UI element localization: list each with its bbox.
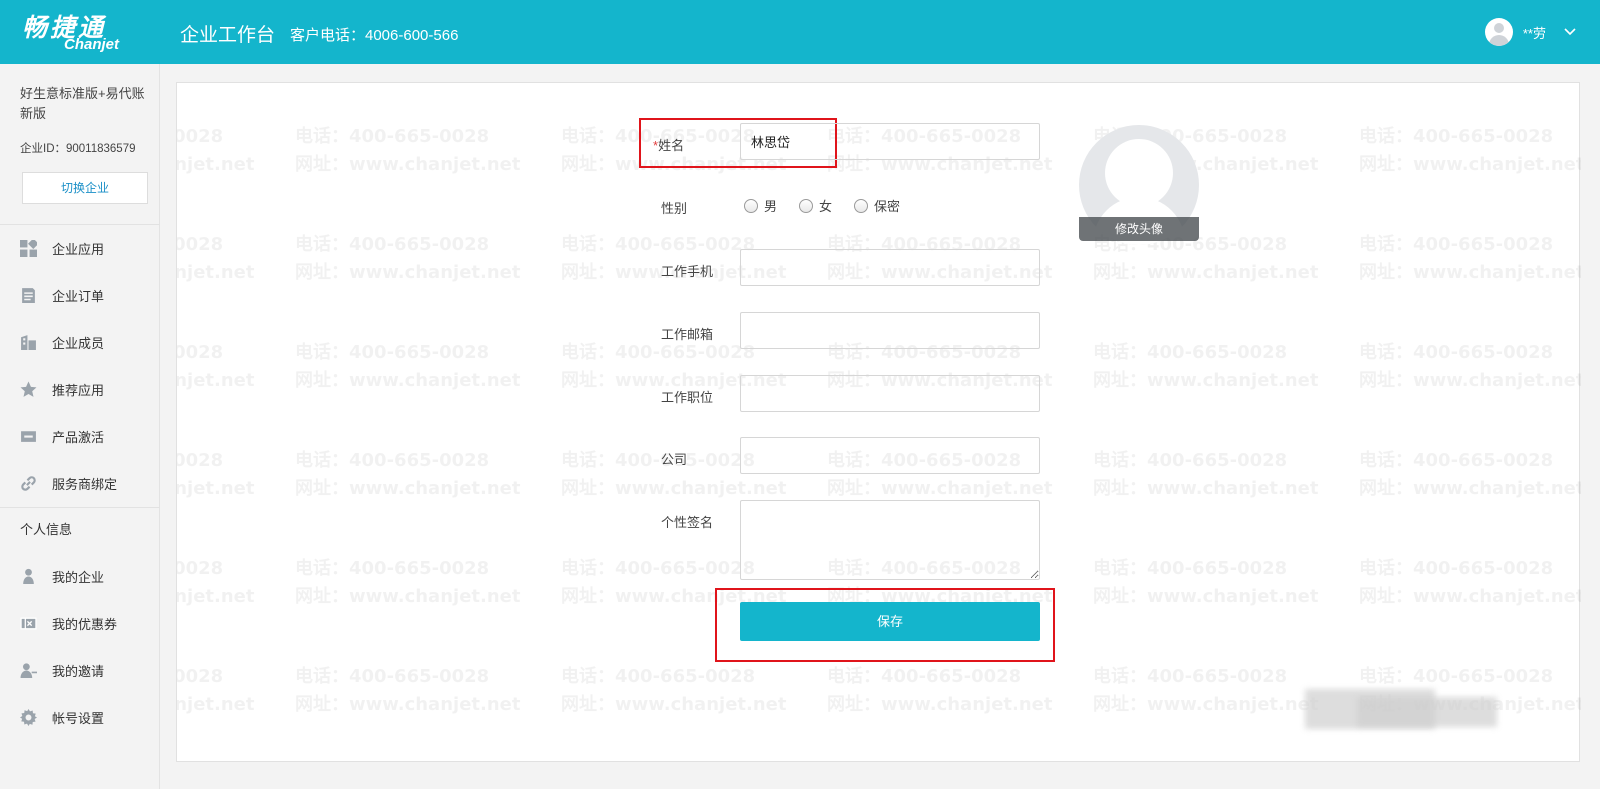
watermark-text: 电话：400-665-0028网址：www.chanjet.net xyxy=(177,558,255,607)
gender-radio-group: 男 女 保密 xyxy=(744,196,922,215)
watermark-text: 电话：400-665-0028网址：www.chanjet.net xyxy=(1359,126,1581,175)
watermark-text: 电话：400-665-0028网址：www.chanjet.net xyxy=(1359,342,1581,391)
work-email-label: 工作邮箱 xyxy=(661,327,714,342)
chanjet-logo[interactable]: 畅捷通 Chanjet xyxy=(22,8,142,56)
watermark-text: 电话：400-665-0028网址：www.chanjet.net xyxy=(177,450,255,499)
name-label-text: 姓名 xyxy=(658,138,685,153)
activation-card-icon xyxy=(20,428,37,445)
signature-textarea[interactable] xyxy=(740,500,1040,580)
customer-hotline: 客户电话：4006-600-566 xyxy=(290,27,459,44)
top-header: 畅捷通 Chanjet 企业工作台 客户电话：4006-600-566 **劳 xyxy=(0,0,1600,64)
sidebar-item-label: 我的邀请 xyxy=(52,663,105,679)
sidebar-item-label: 产品激活 xyxy=(52,429,105,445)
sidebar-item-label: 我的企业 xyxy=(52,569,105,585)
watermark-text: 电话：400-665-0028网址：www.chanjet.net xyxy=(177,666,255,715)
section-personal-info: 个人信息 xyxy=(20,522,73,537)
gender-radio-female[interactable]: 女 xyxy=(799,196,832,215)
watermark-text: 电话：400-665-0028网址：www.chanjet.net xyxy=(1359,558,1581,607)
sidebar-item-recommended-apps[interactable]: 推荐应用 xyxy=(0,371,160,407)
watermark-text: 电话：400-665-0028网址：www.chanjet.net xyxy=(1093,450,1319,499)
change-avatar-button[interactable]: 修改头像 xyxy=(1079,217,1199,241)
sidebar-item-label: 企业成员 xyxy=(52,335,105,351)
watermark-text: 电话：400-665-0028网址：www.chanjet.net xyxy=(1093,666,1319,715)
name-field[interactable] xyxy=(740,123,1040,160)
work-position-field[interactable] xyxy=(740,375,1040,412)
profile-form-panel: 电话：400-665-0028网址：www.chanjet.net 电话：400-… xyxy=(176,82,1581,762)
watermark-text: 电话：400-665-0028网址：www.chanjet.net xyxy=(295,558,521,607)
sidebar-item-my-invitations[interactable]: 我的邀请 xyxy=(0,652,160,688)
invite-user-icon xyxy=(20,662,37,679)
company-id: 企业ID：90011836579 xyxy=(20,143,136,155)
gender-radio-male[interactable]: 男 xyxy=(744,196,777,215)
watermark-text: 电话：400-665-0028网址：www.chanjet.net xyxy=(295,126,521,175)
building-icon xyxy=(20,334,37,351)
sidebar-item-account-settings[interactable]: 帐号设置 xyxy=(0,699,160,735)
sidebar-item-enterprise-apps[interactable]: 企业应用 xyxy=(0,230,160,266)
coupon-icon xyxy=(20,615,37,632)
watermark-text: 电话：400-665-0028网址：www.chanjet.net xyxy=(827,666,1053,715)
person-icon xyxy=(20,568,37,585)
watermark-text: 电话：400-665-0028网址：www.chanjet.net xyxy=(295,342,521,391)
watermark-text: 电话：400-665-0028网址：www.chanjet.net xyxy=(177,234,255,283)
watermark-text: 电话：400-665-0028网址：www.chanjet.net xyxy=(295,234,521,283)
apps-grid-icon xyxy=(20,239,37,257)
workbench-title: 企业工作台 xyxy=(180,25,276,46)
sidebar-divider xyxy=(0,224,160,225)
sidebar-item-label: 帐号设置 xyxy=(52,710,105,726)
sidebar-item-label: 服务商绑定 xyxy=(52,476,118,492)
radio-label: 男 xyxy=(764,199,778,214)
sidebar-item-label: 推荐应用 xyxy=(52,382,105,398)
sidebar-item-enterprise-members[interactable]: 企业成员 xyxy=(0,324,160,360)
company-label: 公司 xyxy=(661,452,688,467)
sidebar-item-my-coupons[interactable]: 我的优惠券 xyxy=(0,605,160,641)
sidebar-item-product-activation[interactable]: 产品激活 xyxy=(0,418,160,454)
sidebar-divider xyxy=(0,507,160,508)
save-button[interactable]: 保存 xyxy=(740,602,1040,641)
watermark-text: 电话：400-665-0028网址：www.chanjet.net xyxy=(561,666,787,715)
link-icon xyxy=(20,475,37,492)
sidebar: 好生意标准版+易代账新版 企业ID：90011836579 切换企业 企业应用 … xyxy=(0,64,160,789)
sidebar-item-my-enterprise[interactable]: 我的企业 xyxy=(0,558,160,594)
sidebar-item-label: 我的优惠券 xyxy=(52,616,118,632)
radio-circle[interactable] xyxy=(744,198,758,213)
blurred-region xyxy=(1357,697,1497,727)
radio-label: 保密 xyxy=(874,199,901,214)
star-icon xyxy=(20,381,37,398)
watermark-text: 电话：400-665-0028网址：www.chanjet.net xyxy=(295,666,521,715)
user-menu[interactable]: **劳 xyxy=(1484,16,1576,48)
watermark-text: 电话：400-665-0028网址：www.chanjet.net xyxy=(1359,450,1581,499)
order-document-icon xyxy=(20,287,37,304)
sidebar-item-enterprise-orders[interactable]: 企业订单 xyxy=(0,277,160,313)
company-name: 好生意标准版+易代账新版 xyxy=(20,86,145,121)
name-label: *姓名 xyxy=(653,135,684,154)
gear-icon xyxy=(20,708,37,726)
radio-label: 女 xyxy=(819,199,833,214)
work-phone-label: 工作手机 xyxy=(661,264,714,279)
logo-en-text: Chanjet xyxy=(64,36,120,53)
sidebar-item-label: 企业订单 xyxy=(52,288,105,304)
username[interactable]: **劳 xyxy=(1523,23,1546,42)
radio-circle[interactable] xyxy=(799,198,814,213)
work-position-label: 工作职位 xyxy=(661,390,714,405)
gender-radio-secret[interactable]: 保密 xyxy=(854,196,900,215)
company-field[interactable] xyxy=(740,437,1040,474)
watermark-text: 电话：400-665-0028网址：www.chanjet.net xyxy=(177,126,255,175)
switch-company-button[interactable]: 切换企业 xyxy=(22,172,148,204)
watermark-text: 电话：400-665-0028网址：www.chanjet.net xyxy=(177,342,255,391)
watermark-text: 电话：400-665-0028网址：www.chanjet.net xyxy=(295,450,521,499)
watermark-text: 电话：400-665-0028网址：www.chanjet.net xyxy=(1093,342,1319,391)
signature-label: 个性签名 xyxy=(661,515,714,530)
sidebar-item-provider-binding[interactable]: 服务商绑定 xyxy=(0,465,160,501)
watermark-text: 电话：400-665-0028网址：www.chanjet.net xyxy=(1093,558,1319,607)
watermark-text: 电话：400-665-0028网址：www.chanjet.net xyxy=(1359,234,1581,283)
radio-circle[interactable] xyxy=(854,198,869,213)
avatar[interactable] xyxy=(1484,18,1513,46)
gender-label: 性别 xyxy=(661,201,688,216)
sidebar-item-label: 企业应用 xyxy=(52,241,105,257)
work-phone-field[interactable] xyxy=(740,249,1040,286)
chevron-down-icon[interactable] xyxy=(1564,25,1576,39)
work-email-field[interactable] xyxy=(740,312,1040,349)
